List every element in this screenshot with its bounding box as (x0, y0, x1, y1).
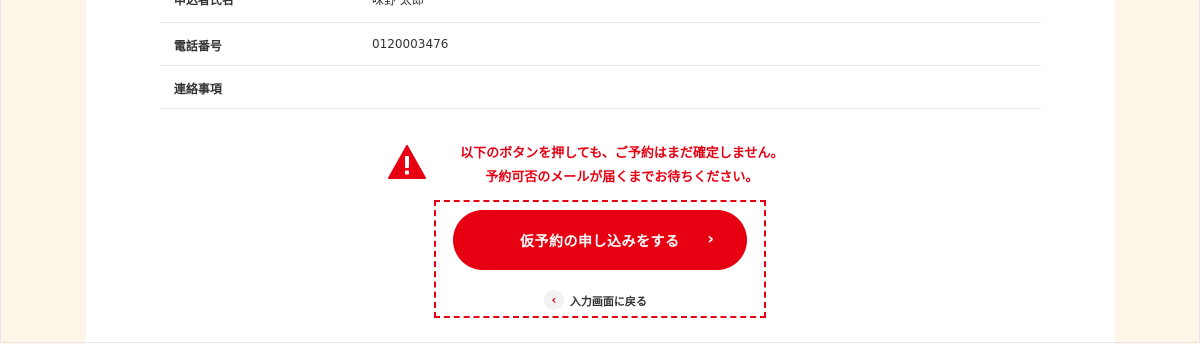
action-area: 仮予約の申し込みをする › ‹ 入力画面に戻る (434, 200, 766, 318)
row-value-phone: 0120003476 (372, 37, 449, 51)
submit-button-label: 仮予約の申し込みをする (520, 234, 680, 250)
warning-line-2: 予約可否のメールが届くまでお待ちください。 (485, 170, 759, 185)
row-label-applicant-name: 申込者氏名 (174, 0, 235, 7)
back-link-label: 入力画面に戻る (570, 295, 647, 308)
table-row: 連絡事項 (160, 66, 1041, 109)
warning-line-1: 以下のボタンを押しても、ご予約はまだ確定しません。 (460, 146, 784, 161)
chevron-right-icon: › (707, 229, 714, 248)
warning-text: 以下のボタンを押しても、ご予約はまだ確定しません。 予約可否のメールが届くまでお… (432, 142, 812, 190)
confirmation-table: 申込者氏名 味野 太郎 電話番号 0120003476 連絡事項 (160, 0, 1041, 109)
row-label-phone: 電話番号 (174, 39, 223, 53)
warning-icon (388, 145, 426, 179)
table-row: 申込者氏名 味野 太郎 (160, 0, 1041, 23)
submit-provisional-reservation-button[interactable]: 仮予約の申し込みをする › (453, 210, 747, 270)
row-label-notes: 連絡事項 (174, 82, 223, 96)
row-value-applicant-name: 味野 太郎 (372, 0, 424, 7)
warning-message: 以下のボタンを押しても、ご予約はまだ確定しません。 予約可否のメールが届くまでお… (388, 142, 808, 188)
confirmation-panel: 申込者氏名 味野 太郎 電話番号 0120003476 連絡事項 以下のボタンを… (86, 0, 1115, 344)
table-row: 電話番号 0120003476 (160, 23, 1041, 66)
chevron-left-icon: ‹ (544, 290, 564, 310)
